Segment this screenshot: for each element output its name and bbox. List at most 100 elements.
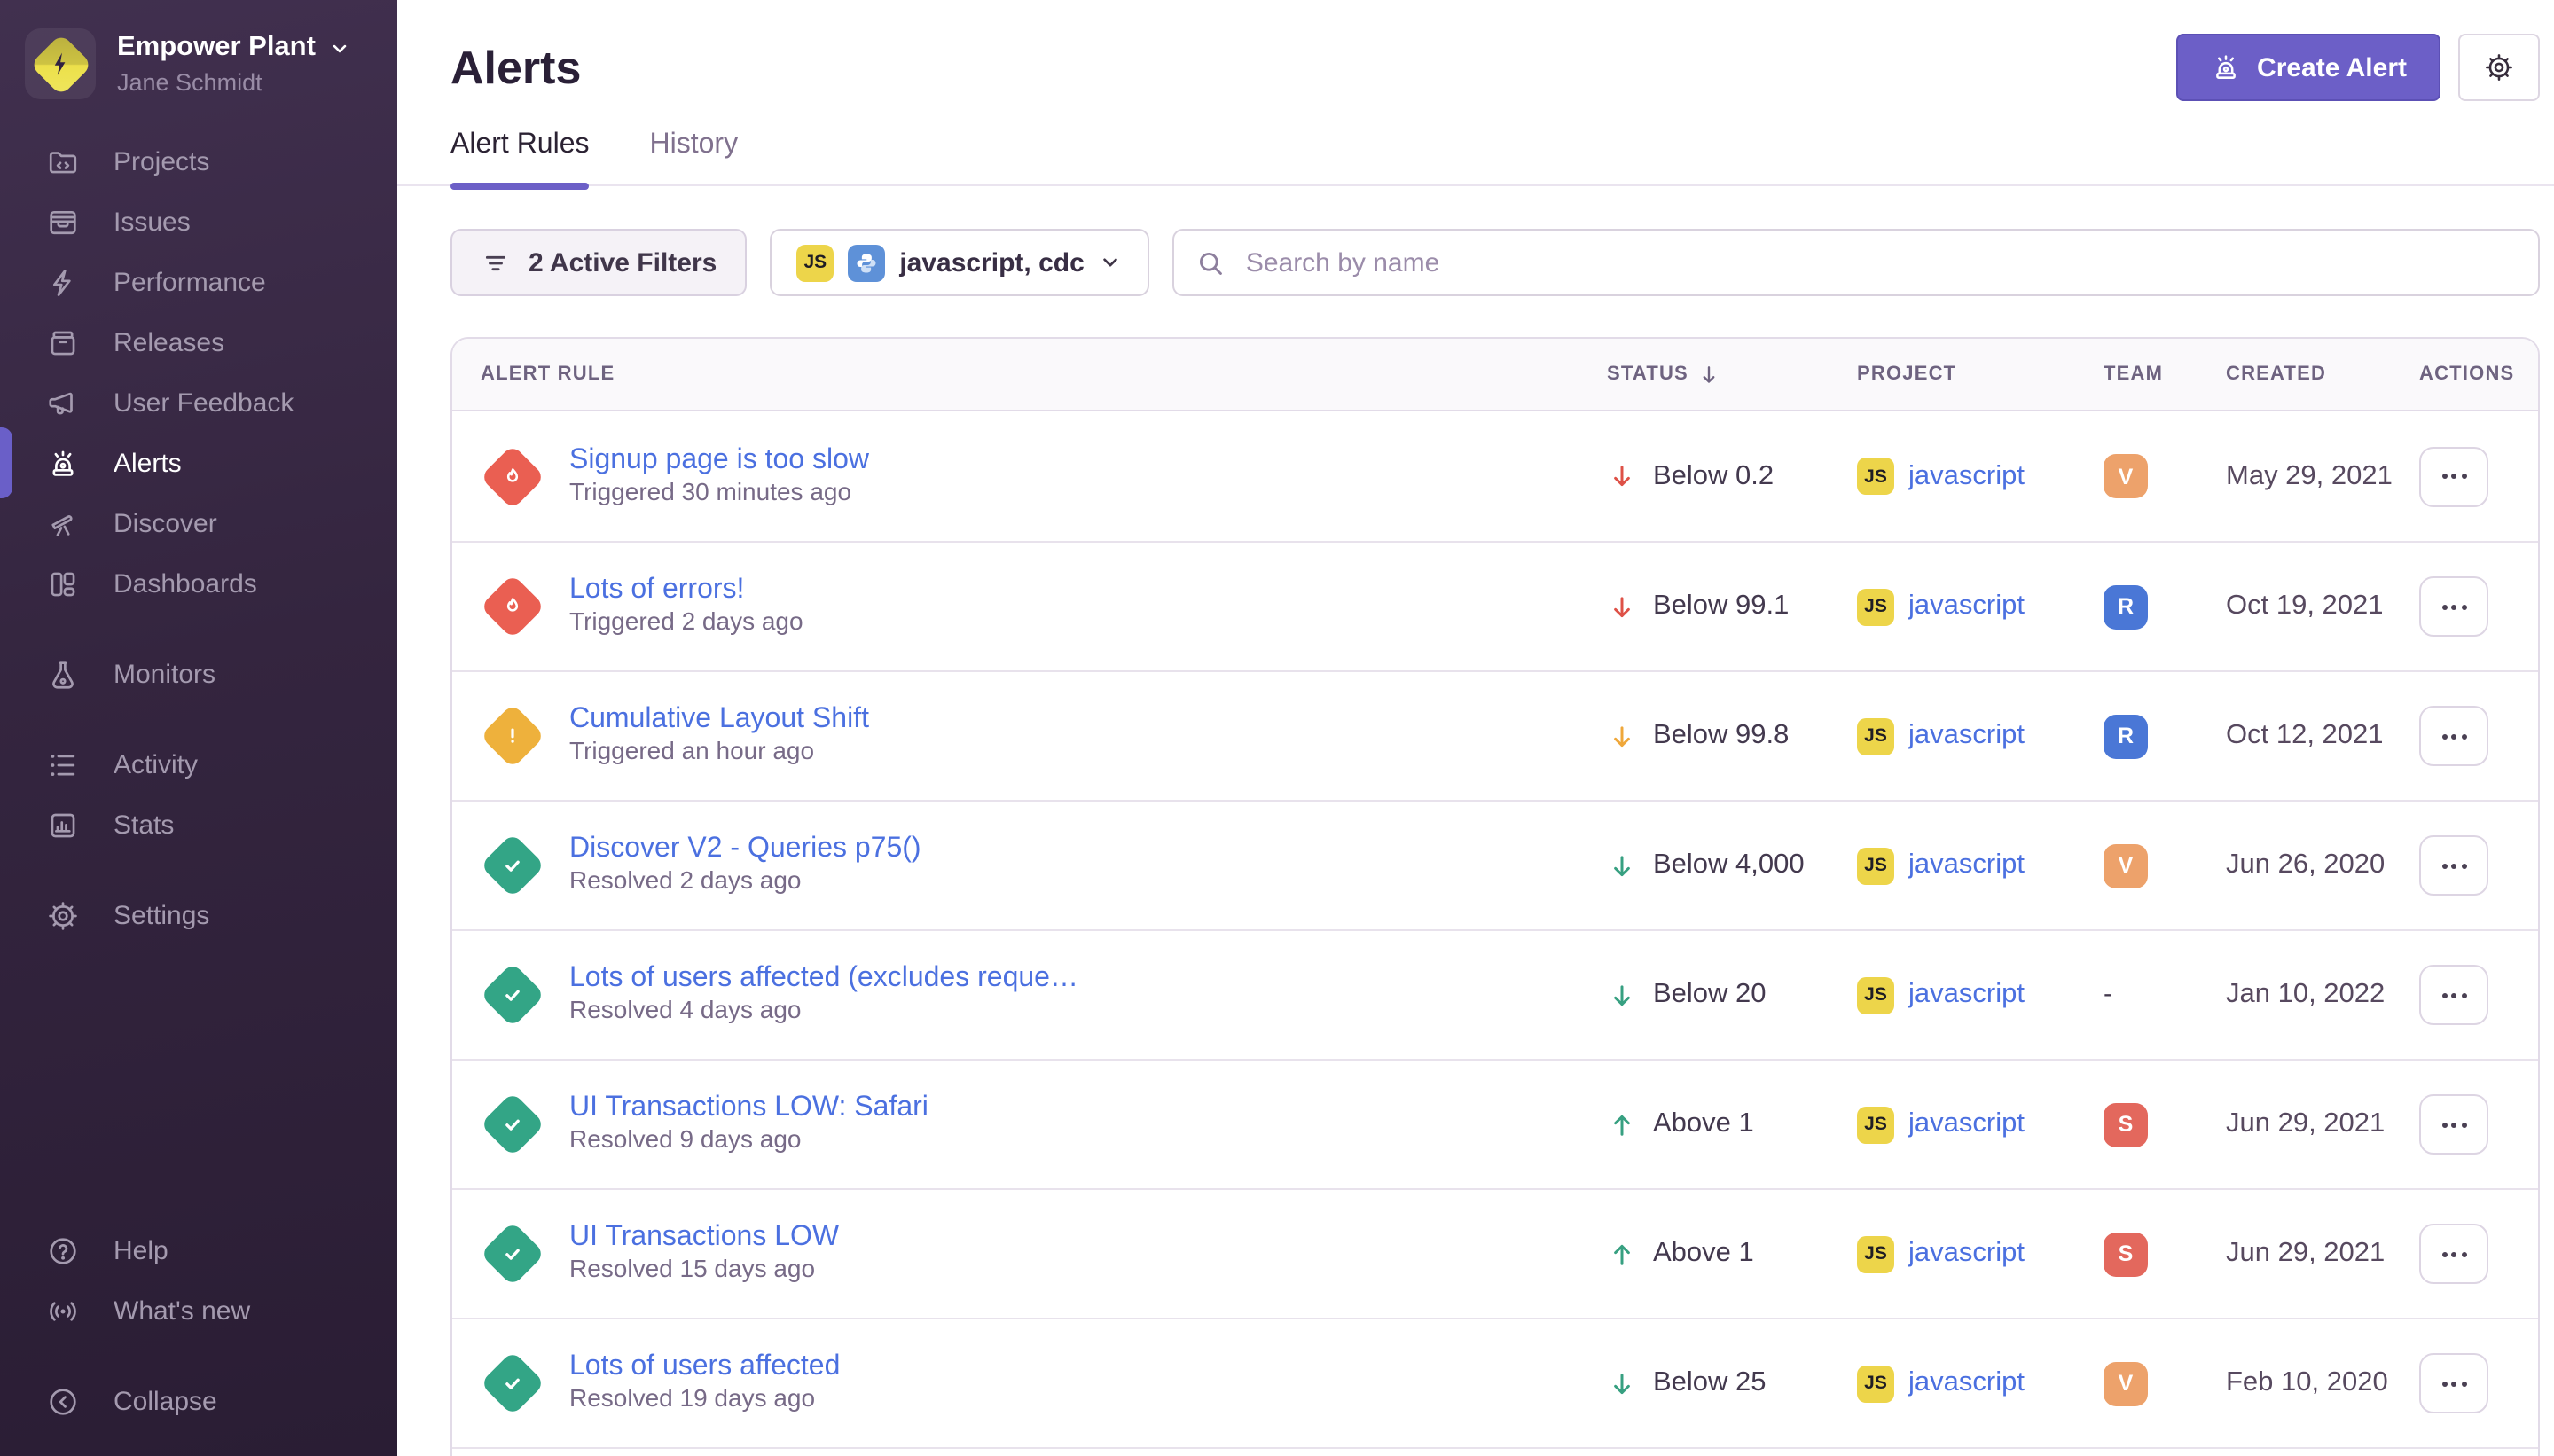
row-actions-button[interactable] bbox=[2419, 1094, 2488, 1155]
team-cell: S bbox=[2104, 1232, 2226, 1276]
column-header-status[interactable]: Status bbox=[1607, 361, 1857, 387]
alert-rule-row: Discover V2 - Queries p75() Resolved 2 d… bbox=[452, 800, 2538, 929]
project-link[interactable]: javascript bbox=[1908, 849, 2025, 881]
alert-status-icon bbox=[481, 834, 544, 897]
actions-cell bbox=[2419, 1224, 2540, 1284]
column-header-created[interactable]: Created bbox=[2226, 364, 2419, 385]
chevron-down-icon bbox=[328, 36, 351, 59]
project-link[interactable]: javascript bbox=[1908, 1108, 2025, 1140]
sidebar-item-projects[interactable]: Projects bbox=[0, 131, 397, 192]
project-link[interactable]: javascript bbox=[1908, 460, 2025, 492]
sidebar-item-stats[interactable]: Stats bbox=[0, 795, 397, 855]
user-name: Jane Schmidt bbox=[117, 69, 351, 96]
alert-name-link[interactable]: Signup page is too slow bbox=[569, 444, 869, 476]
alert-name-link[interactable]: UI Transactions LOW: Safari bbox=[569, 1092, 928, 1124]
sidebar-item-label: Help bbox=[114, 1235, 168, 1265]
row-actions-button[interactable] bbox=[2419, 835, 2488, 896]
tab-alert-rules[interactable]: Alert Rules bbox=[450, 129, 590, 184]
partial-row bbox=[452, 1447, 2538, 1456]
alert-name-link[interactable]: Lots of users affected bbox=[569, 1351, 840, 1383]
sidebar-item-help[interactable]: Help bbox=[0, 1220, 397, 1280]
sidebar-item-user-feedback[interactable]: User Feedback bbox=[0, 372, 397, 433]
team-badge: R bbox=[2104, 714, 2148, 758]
sidebar-item-label: User Feedback bbox=[114, 387, 294, 418]
alerts-settings-button[interactable] bbox=[2458, 34, 2540, 101]
list-icon bbox=[46, 748, 80, 781]
alert-rule-cell: UI Transactions LOW Resolved 15 days ago bbox=[452, 1222, 1607, 1286]
column-header-actions[interactable]: Actions bbox=[2419, 364, 2540, 385]
team-badge: V bbox=[2104, 1361, 2148, 1405]
created-cell: Jun 26, 2020 bbox=[2226, 849, 2419, 881]
alert-name-link[interactable]: UI Transactions LOW bbox=[569, 1222, 839, 1254]
actions-cell bbox=[2419, 1353, 2540, 1413]
arrow-up-icon bbox=[1607, 1239, 1637, 1269]
alert-rule-row: UI Transactions LOW: Safari Resolved 9 d… bbox=[452, 1059, 2538, 1188]
sidebar-item-whats-new[interactable]: What's new bbox=[0, 1280, 397, 1341]
sidebar-item-activity[interactable]: Activity bbox=[0, 734, 397, 795]
create-alert-button[interactable]: Create Alert bbox=[2175, 34, 2440, 101]
alert-name-link[interactable]: Lots of errors! bbox=[569, 575, 803, 607]
team-badge: S bbox=[2104, 1232, 2148, 1276]
sidebar-nav: Projects IssuesPerformanceReleases User Fe… bbox=[0, 131, 397, 945]
row-actions-button[interactable] bbox=[2419, 965, 2488, 1025]
row-actions-button[interactable] bbox=[2419, 706, 2488, 766]
page-header: Alerts Create Alert bbox=[450, 0, 2540, 108]
alert-name-link[interactable]: Discover V2 - Queries p75() bbox=[569, 834, 921, 865]
sidebar-item-issues[interactable]: Issues bbox=[0, 192, 397, 252]
sidebar-item-settings[interactable]: Settings bbox=[0, 885, 397, 945]
sidebar-item-discover[interactable]: Discover bbox=[0, 493, 397, 553]
sidebar-item-label: Dashboards bbox=[114, 568, 257, 599]
status-cell: Below 25 bbox=[1607, 1367, 1857, 1399]
team-cell: V bbox=[2104, 454, 2226, 498]
org-switcher[interactable]: Empower Plant Jane Schmidt bbox=[0, 0, 397, 99]
sidebar-item-releases[interactable]: Releases bbox=[0, 312, 397, 372]
project-selector[interactable]: JS javascript, cdc bbox=[770, 229, 1149, 296]
sidebar-item-collapse[interactable]: Collapse bbox=[0, 1371, 397, 1431]
javascript-project-icon: JS bbox=[1857, 1235, 1894, 1272]
table-header-row: Alert RuleStatusProjectTeamCreatedAction… bbox=[452, 339, 2538, 411]
alert-name-link[interactable]: Cumulative Layout Shift bbox=[569, 704, 869, 736]
search-input[interactable] bbox=[1173, 229, 2540, 296]
filter-icon bbox=[481, 247, 511, 278]
actions-cell bbox=[2419, 576, 2540, 637]
sidebar-footer: Help What's new Collapse bbox=[0, 1220, 397, 1456]
column-header-team[interactable]: Team bbox=[2104, 364, 2226, 385]
arrow-down-icon bbox=[1607, 591, 1637, 622]
alert-rule-row: UI Transactions LOW Resolved 15 days ago… bbox=[452, 1188, 2538, 1318]
project-link[interactable]: javascript bbox=[1908, 720, 2025, 752]
search-icon bbox=[1196, 248, 1226, 278]
alert-name-link[interactable]: Lots of users affected (excludes reque… bbox=[569, 963, 1078, 995]
lightning-icon bbox=[46, 265, 80, 299]
row-actions-button[interactable] bbox=[2419, 1224, 2488, 1284]
row-actions-button[interactable] bbox=[2419, 446, 2488, 506]
project-link[interactable]: javascript bbox=[1908, 1238, 2025, 1270]
project-cell: JS javascript bbox=[1857, 1235, 2104, 1272]
sidebar-item-performance[interactable]: Performance bbox=[0, 252, 397, 312]
sidebar-item-alerts[interactable]: Alerts bbox=[0, 433, 397, 493]
megaphone-icon bbox=[46, 386, 80, 419]
project-link[interactable]: javascript bbox=[1908, 979, 2025, 1011]
sidebar-item-dashboards[interactable]: Dashboards bbox=[0, 553, 397, 614]
alert-rule-cell: Cumulative Layout Shift Triggered an hou… bbox=[452, 704, 1607, 768]
alert-rule-row: Signup page is too slow Triggered 30 min… bbox=[452, 411, 2538, 541]
alert-status-icon bbox=[481, 1092, 544, 1156]
sidebar-item-label: Projects bbox=[114, 146, 209, 176]
active-filters-button[interactable]: 2 Active Filters bbox=[450, 229, 747, 296]
alert-status-icon bbox=[481, 1351, 544, 1415]
row-actions-button[interactable] bbox=[2419, 1353, 2488, 1413]
sidebar-item-monitors[interactable]: Monitors bbox=[0, 644, 397, 704]
project-link[interactable]: javascript bbox=[1908, 1367, 2025, 1399]
status-cell: Above 1 bbox=[1607, 1108, 1857, 1140]
column-header-project[interactable]: Project bbox=[1857, 364, 2104, 385]
project-selector-value: javascript, cdc bbox=[899, 247, 1084, 278]
alert-rules-table: Alert RuleStatusProjectTeamCreatedAction… bbox=[450, 337, 2540, 1456]
team-badge: R bbox=[2104, 584, 2148, 629]
tab-history[interactable]: History bbox=[650, 129, 739, 184]
sidebar: Empower Plant Jane Schmidt Projects Issue… bbox=[0, 0, 397, 1456]
org-name: Empower Plant bbox=[117, 32, 316, 64]
column-header-alert-rule[interactable]: Alert Rule bbox=[452, 364, 1607, 385]
project-link[interactable]: javascript bbox=[1908, 591, 2025, 622]
status-cell: Below 0.2 bbox=[1607, 460, 1857, 492]
alert-rule-cell: UI Transactions LOW: Safari Resolved 9 d… bbox=[452, 1092, 1607, 1156]
row-actions-button[interactable] bbox=[2419, 576, 2488, 637]
